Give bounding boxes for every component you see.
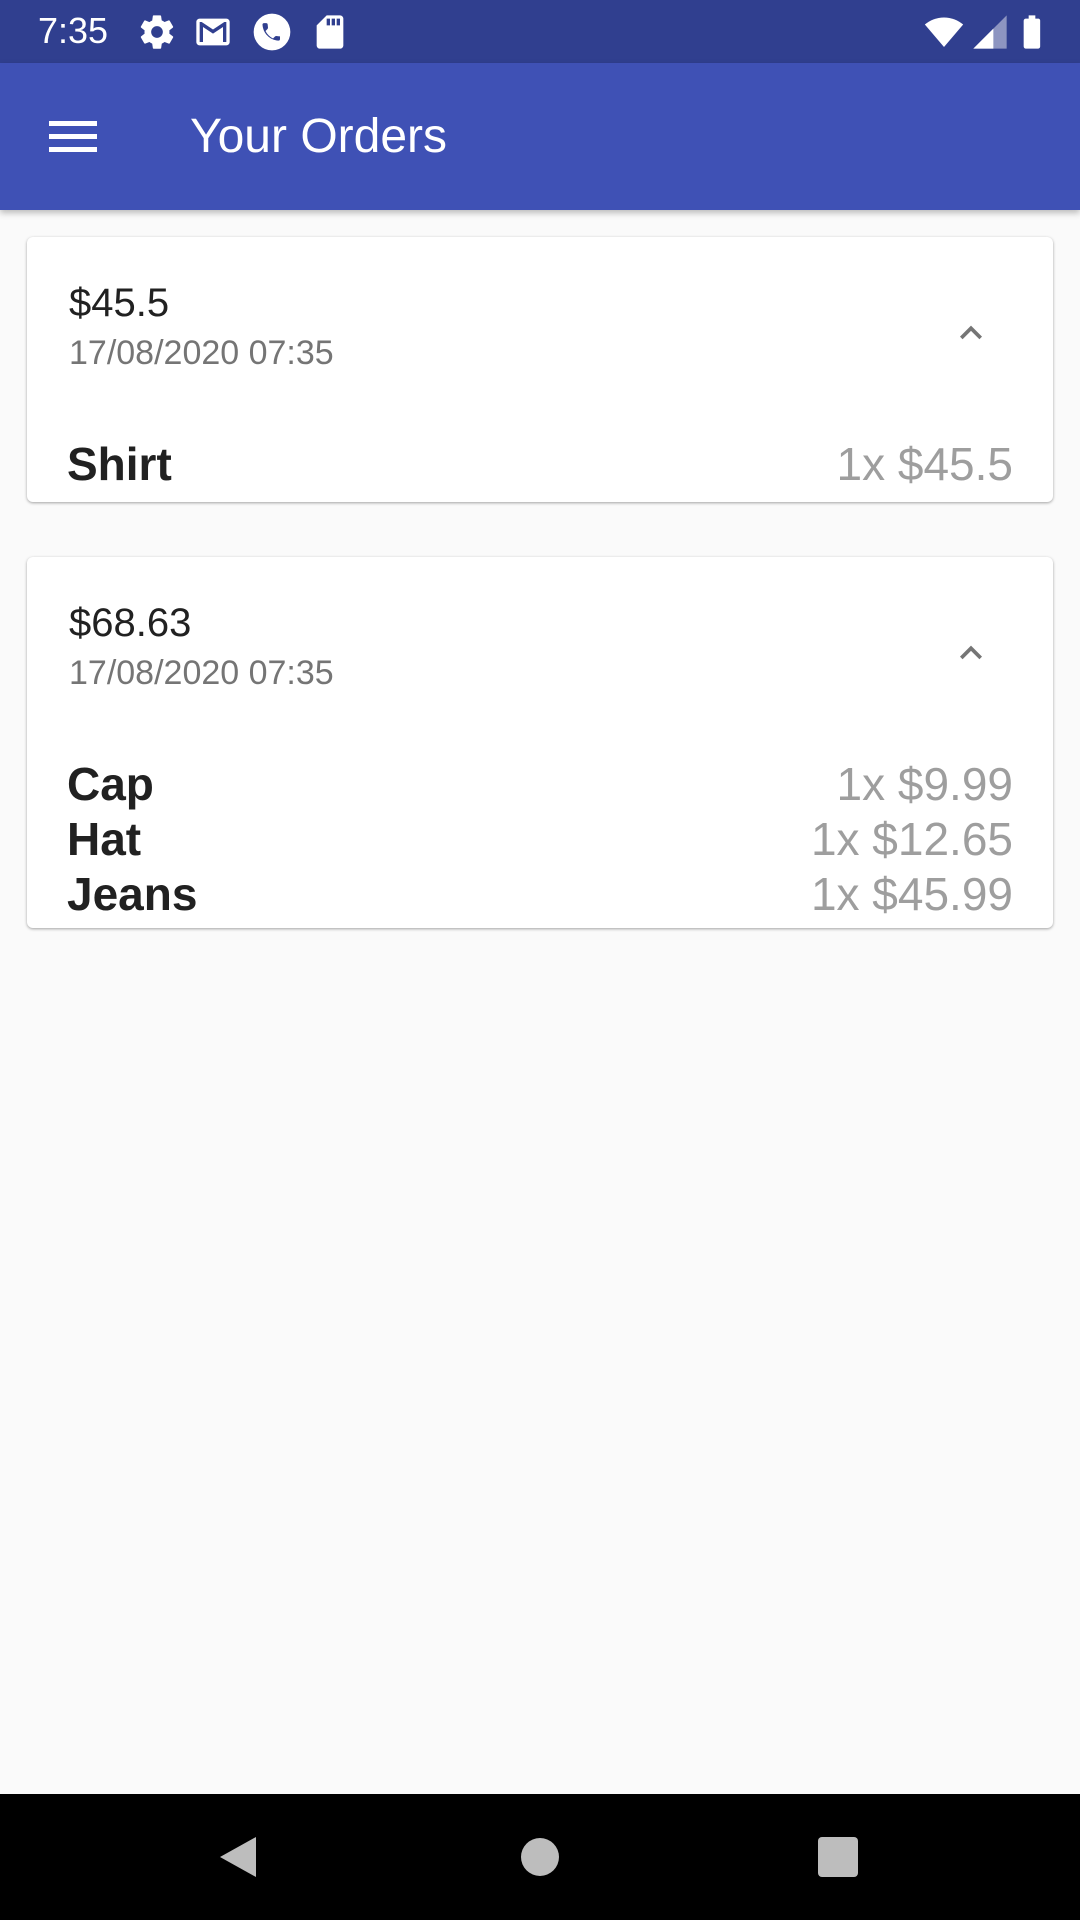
collapse-button[interactable] bbox=[949, 311, 993, 355]
item-name: Cap bbox=[67, 758, 154, 810]
signal-icon bbox=[970, 12, 1010, 52]
battery-icon bbox=[1012, 12, 1052, 52]
page-title: Your Orders bbox=[190, 110, 448, 163]
item-price: 1x $45.5 bbox=[836, 438, 1013, 490]
back-button[interactable] bbox=[208, 1827, 268, 1887]
item-price: 1x $12.65 bbox=[810, 813, 1013, 865]
item-name: Hat bbox=[67, 813, 142, 865]
order-item-row: Cap 1x $9.99 bbox=[67, 757, 1013, 812]
status-bar: 7:35 bbox=[0, 0, 1080, 63]
item-price: 1x $45.99 bbox=[810, 868, 1013, 920]
item-name: Shirt bbox=[67, 438, 172, 490]
hamburger-menu-icon bbox=[49, 121, 97, 152]
order-total: $68.63 bbox=[69, 601, 192, 645]
order-date: 17/08/2020 07:35 bbox=[69, 334, 334, 372]
phone-icon bbox=[252, 12, 292, 52]
home-icon bbox=[521, 1838, 559, 1876]
status-time: 7:35 bbox=[38, 10, 109, 51]
order-total: $45.5 bbox=[69, 281, 170, 325]
order-item-row: Hat 1x $12.65 bbox=[67, 812, 1013, 867]
sd-card-icon bbox=[310, 12, 350, 52]
collapse-button[interactable] bbox=[949, 631, 993, 675]
item-price: 1x $9.99 bbox=[836, 758, 1013, 810]
gear-icon bbox=[137, 12, 177, 52]
back-icon bbox=[220, 1837, 256, 1877]
navigation-bar bbox=[0, 1794, 1080, 1920]
order-item-row: Shirt 1x $45.5 bbox=[67, 437, 1013, 492]
chevron-up-icon bbox=[960, 325, 982, 340]
wifi-icon bbox=[922, 12, 966, 52]
order-items: Cap 1x $9.99 Hat 1x $12.65 Jeans 1x $45.… bbox=[67, 757, 1013, 922]
order-card: $68.63 17/08/2020 07:35 Cap 1x $9.99 Hat… bbox=[27, 557, 1053, 928]
order-date: 17/08/2020 07:35 bbox=[69, 654, 334, 692]
app-bar: Your Orders bbox=[0, 63, 1080, 210]
gmail-icon bbox=[193, 12, 233, 52]
home-button[interactable] bbox=[510, 1827, 570, 1887]
chevron-up-icon bbox=[960, 645, 982, 660]
order-card: $45.5 17/08/2020 07:35 Shirt 1x $45.5 bbox=[27, 237, 1053, 502]
order-item-row: Jeans 1x $45.99 bbox=[67, 867, 1013, 922]
item-name: Jeans bbox=[67, 868, 198, 920]
order-items: Shirt 1x $45.5 bbox=[67, 437, 1013, 492]
menu-button[interactable] bbox=[40, 109, 106, 165]
recents-button[interactable] bbox=[808, 1827, 868, 1887]
recents-icon bbox=[818, 1837, 858, 1877]
